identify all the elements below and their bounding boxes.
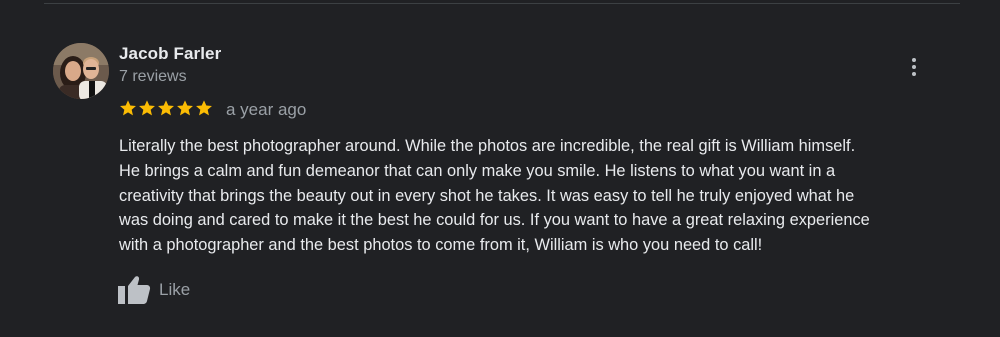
review-text-line: creativity that brings the beauty out in… [119,186,855,205]
thumbs-up-icon [118,276,151,304]
author-name[interactable]: Jacob Farler [119,44,221,64]
review-text-line: with a photographer and the best photos … [119,236,763,255]
profile-photo-icon [53,43,109,99]
star-icon [196,100,212,116]
review-text-line: He brings a calm and fun demeanor that c… [119,161,836,180]
more-options-button[interactable] [899,52,929,82]
like-button[interactable]: Like [117,274,190,306]
more-vert-icon [912,58,916,62]
author-review-count[interactable]: 7 reviews [119,68,187,86]
review-card: Jacob Farler 7 reviews a year ago Litera… [0,0,1000,337]
review-text-line: was doing and cared to make it the best … [119,211,870,230]
review-text-line: Literally the best photographer around. … [119,137,856,155]
star-rating [119,99,213,119]
star-icon [120,100,136,116]
star-icon [139,100,155,116]
avatar[interactable] [53,43,109,99]
like-label: Like [159,280,191,299]
review-time: a year ago [226,100,307,119]
star-icon [158,100,174,116]
star-icon [177,100,193,116]
review-text: Literally the best photographer around. … [119,134,959,258]
